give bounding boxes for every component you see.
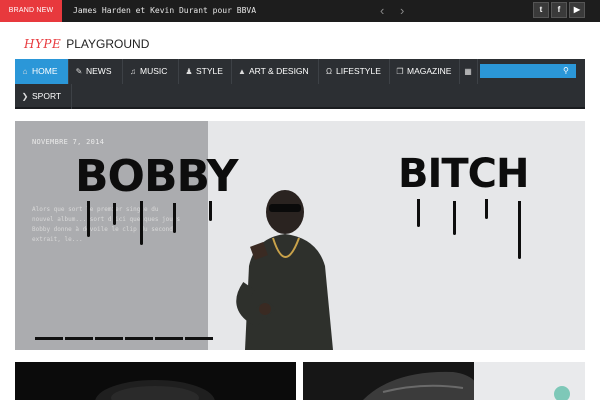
decor-graphic [554, 386, 570, 402]
hero-image-person [236, 190, 333, 350]
nav-item-label: STYLE [196, 66, 223, 76]
slider-dot[interactable] [185, 337, 213, 340]
search-icon[interactable]: ⚲ [563, 63, 569, 78]
nav-item-label: LIFESTYLE [336, 66, 381, 76]
post-date: NOVEMBRE 7, 2014 [32, 138, 105, 146]
nav-item-label: ART & DESIGN [249, 66, 309, 76]
hero-title-left[interactable]: BOBBY [75, 151, 238, 202]
music-icon: ♫ [130, 67, 136, 76]
nav-item-label: NEWS [86, 66, 112, 76]
twitter-icon[interactable]: t [533, 2, 549, 18]
nav-item-art-design[interactable]: ▲ ART & DESIGN [232, 59, 319, 84]
nav-item-home[interactable]: ⌂ HOME [15, 59, 69, 84]
slider-dot[interactable] [65, 337, 93, 340]
chevron-right-icon[interactable]: › [400, 0, 404, 22]
people-icon: ♟ [185, 67, 193, 76]
slider-dot[interactable] [125, 337, 153, 340]
thumbnail-light-panel [474, 362, 585, 402]
youtube-icon[interactable]: ▶ [569, 2, 585, 18]
brand-new-badge: BRAND NEW [0, 0, 62, 22]
breaking-news-bar: BRAND NEW James Harden et Kevin Durant p… [0, 0, 600, 22]
hero-slider[interactable]: NOVEMBRE 7, 2014 Alors que sort le premi… [15, 121, 585, 350]
nav-item-lifestyle[interactable]: Ω LIFESTYLE [319, 59, 390, 84]
ink-drip [485, 199, 488, 219]
nav-item-calendar[interactable]: ▦ [460, 59, 478, 84]
ink-drip [113, 203, 116, 225]
logo-playground-text: PLAYGROUND [66, 37, 150, 51]
nav-item-label: MAGAZINE [407, 66, 452, 76]
slider-dot[interactable] [155, 337, 183, 340]
home-icon: ⌂ [22, 67, 28, 76]
nav-item-magazine[interactable]: ❐ MAGAZINE [390, 59, 460, 84]
search-input[interactable] [480, 64, 576, 78]
chevron-left-icon[interactable]: ‹ [380, 0, 384, 22]
facebook-icon[interactable]: f [551, 2, 567, 18]
ticker-headline-link[interactable]: James Harden et Kevin Durant pour BBVA [73, 0, 256, 22]
logo-hype-text: HYPE [24, 37, 62, 51]
helmet-image [95, 380, 215, 405]
nav-item-label: SPORT [32, 91, 62, 101]
featured-post-thumbnail[interactable] [15, 362, 296, 405]
ink-drip [518, 201, 521, 259]
ink-drip [173, 203, 176, 233]
nav-item-label: HOME [32, 66, 58, 76]
copy-icon: ❐ [396, 67, 404, 76]
ink-drip [209, 201, 212, 221]
ink-drip [453, 201, 456, 235]
slider-dot[interactable] [35, 337, 63, 340]
chevron-right-icon: ❯ [21, 92, 29, 101]
ink-drip [87, 201, 90, 237]
post-excerpt: Alors que sort le premier single du nouv… [32, 206, 181, 243]
calendar-icon: ▦ [464, 67, 472, 76]
nav-item-music[interactable]: ♫ MUSIC [123, 59, 179, 84]
headphones-icon: Ω [326, 67, 332, 76]
ink-drip [417, 199, 420, 227]
wrench-icon: ✎ [75, 67, 83, 76]
nav-item-style[interactable]: ♟ STYLE [179, 59, 232, 84]
main-navigation: ⌂ HOME ✎ NEWS ♫ MUSIC ♟ STYLE ▲ ART & DESIGN … [15, 59, 585, 109]
slider-dot[interactable] [95, 337, 123, 340]
hero-title-right[interactable]: BITCH [398, 151, 529, 197]
flask-icon: ▲ [238, 67, 246, 76]
nav-item-news[interactable]: ✎ NEWS [69, 59, 123, 84]
nav-item-label: MUSIC [140, 66, 168, 76]
nav-item-sport[interactable]: ❯ SPORT [15, 84, 72, 109]
site-logo[interactable]: HYPE PLAYGROUND [24, 36, 149, 52]
ink-drip [140, 201, 143, 245]
